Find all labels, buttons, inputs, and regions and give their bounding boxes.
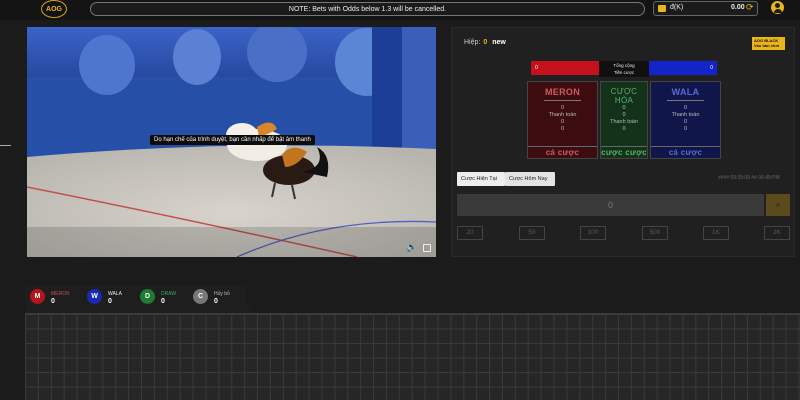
- meron-payout-label: Thanh toán: [548, 112, 577, 118]
- chip-20[interactable]: 20: [457, 226, 483, 240]
- top-bar: AOG NOTE: Bets with Odds below 1.3 will …: [0, 0, 800, 20]
- user-icon[interactable]: [771, 1, 784, 14]
- chip-100[interactable]: 100: [580, 226, 606, 240]
- meron-odds: 0: [560, 105, 565, 111]
- meron-title: MERON: [545, 87, 580, 97]
- fullscreen-icon[interactable]: [423, 244, 431, 252]
- total-bets-label: Tổng cộng Tiền cược: [599, 61, 649, 77]
- wala-payout: 0: [683, 119, 688, 125]
- round-status: new: [492, 39, 506, 46]
- stat-wala-count: 0: [108, 298, 112, 305]
- bet-amount-input[interactable]: 0: [457, 194, 764, 216]
- wala-total: 0: [649, 61, 717, 75]
- wala-payout-label: Thanh toán: [671, 112, 700, 118]
- wala-bet-amount: 0: [683, 126, 688, 132]
- tab-current-bets[interactable]: Cược Hiện Tại: [457, 172, 505, 186]
- stat-meron-count: 0: [51, 298, 55, 305]
- meron-bet-amount: 0: [560, 126, 565, 132]
- wala-bet-box[interactable]: WALA 0 Thanh toán 0 0 cá cược: [650, 81, 721, 159]
- aog-logo[interactable]: AOG: [41, 0, 67, 18]
- chip-1k[interactable]: 1K: [703, 226, 729, 240]
- meron-bet-button[interactable]: cá cược: [528, 146, 597, 158]
- meron-badge: M: [30, 289, 45, 304]
- mute-icon[interactable]: 🔈: [406, 243, 417, 252]
- audio-unmute-hint[interactable]: Do hạn chế của trình duyệt, bạn cần nhấp…: [150, 135, 315, 145]
- wallet-icon: [658, 5, 666, 12]
- meron-total: 0: [531, 61, 599, 75]
- total-label-line2: Tiền cược: [613, 70, 635, 75]
- stat-cancelled-label: Hủy bỏ: [214, 291, 230, 297]
- draw-badge: D: [140, 289, 155, 304]
- stat-meron-label: MERON: [51, 291, 70, 297]
- meron-payout: 0: [560, 119, 565, 125]
- refresh-icon[interactable]: ⟳: [746, 3, 755, 12]
- draw-odds: 0: [622, 105, 626, 111]
- draw-bet-button[interactable]: cược cược: [601, 146, 647, 158]
- draw-bet-box[interactable]: CƯỢC HÒA 0 0 Thanh toán 0 cược cược: [600, 81, 648, 159]
- stat-draw-count: 0: [161, 298, 165, 305]
- record-time: #### 09:29:09 ## 06:49:PM: [718, 175, 780, 181]
- chip-50[interactable]: 50: [519, 226, 545, 240]
- cancelled-badge: C: [193, 289, 208, 304]
- balance-widget: đ(K) 0.00 ⟳: [653, 1, 758, 16]
- tab-today-bets[interactable]: Cược Hôm Nay: [505, 172, 555, 186]
- total-bets-bar: 0 Tổng cộng Tiền cược 0: [531, 61, 717, 77]
- meron-bet-box[interactable]: MERON 0 Thanh toán 0 0 cá cược: [527, 81, 598, 159]
- stat-wala-label: WALA: [108, 291, 122, 297]
- round-number: 0: [483, 39, 488, 46]
- aog-black-badge[interactable]: AOG BLACK Vào bàn chơi: [752, 37, 785, 50]
- draw-bet-amount: 0: [622, 126, 626, 132]
- balance-amount: 0.00: [731, 4, 745, 11]
- chip-2k[interactable]: 2K: [764, 226, 790, 240]
- currency-label: đ(K): [670, 4, 684, 11]
- draw-title: CƯỢC HÒA: [610, 87, 638, 105]
- clear-amount-button[interactable]: ×: [766, 194, 790, 216]
- wala-odds: 0: [683, 105, 688, 111]
- round-label: Hiệp:: [464, 39, 481, 46]
- stat-draw-label: DRAW: [161, 291, 177, 297]
- wala-badge: W: [87, 289, 102, 304]
- wala-title: WALA: [671, 87, 700, 97]
- draw-payout-label: Thanh toán: [610, 119, 638, 125]
- stat-cancelled-count: 0: [214, 298, 218, 305]
- total-label-line1: Tổng cộng: [613, 63, 635, 68]
- draw-payout-top: 0: [622, 112, 626, 118]
- sidebar-edge: [0, 145, 11, 146]
- odds-notice-banner: NOTE: Bets with Odds below 1.3 will be c…: [90, 2, 645, 16]
- chip-500[interactable]: 500: [642, 226, 668, 240]
- badge-subtitle: Vào bàn chơi: [754, 43, 780, 48]
- wala-bet-button[interactable]: cá cược: [651, 146, 720, 158]
- results-road-grid: [25, 313, 800, 400]
- round-info: Hiệp: 0 new: [464, 39, 506, 46]
